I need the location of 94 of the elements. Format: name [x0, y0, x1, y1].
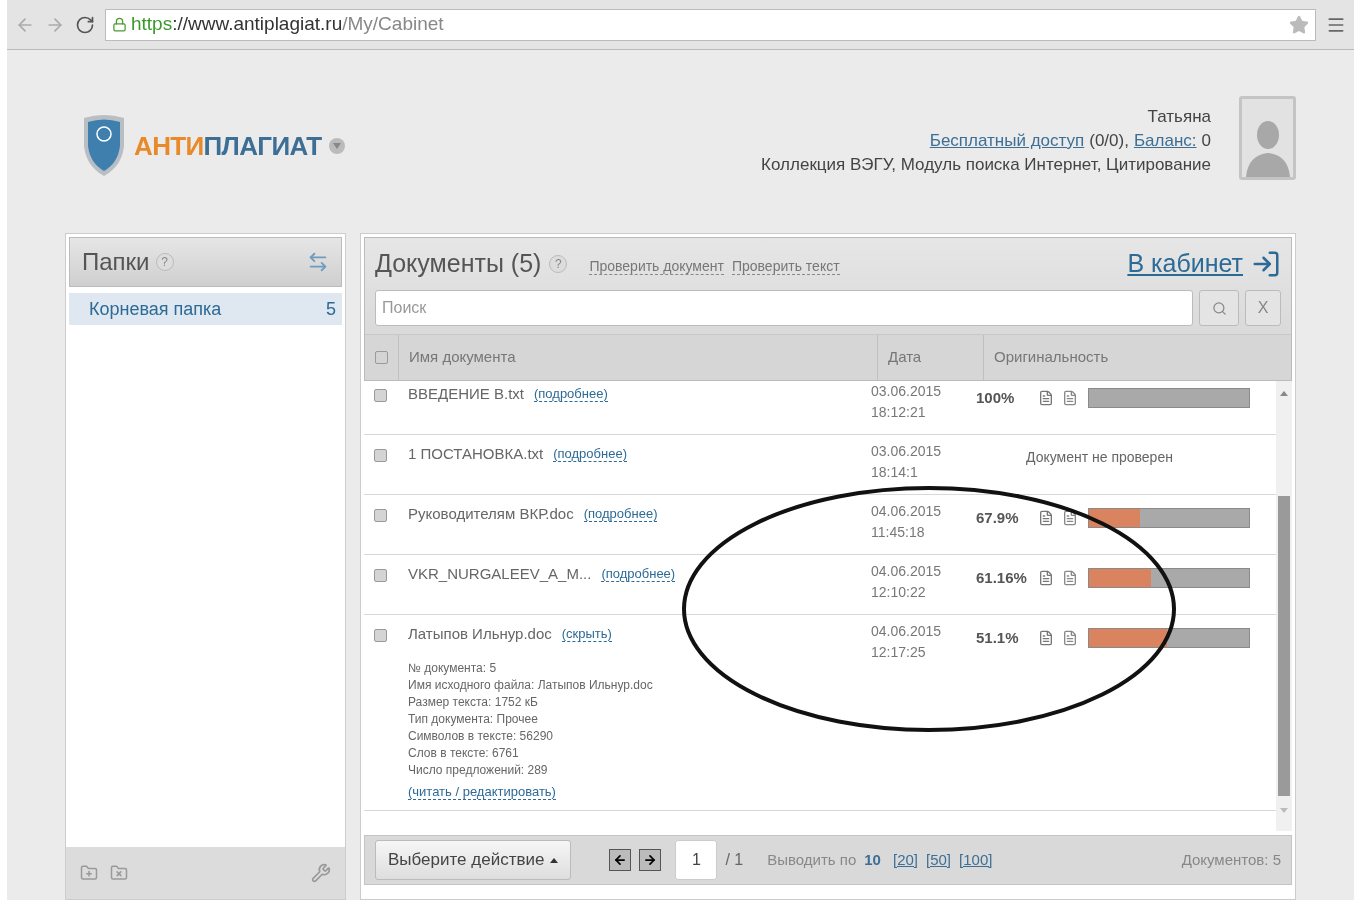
- document-name: VKR_NURGALEEV_A_M...: [408, 564, 592, 584]
- balance-link[interactable]: Баланс:: [1133, 129, 1197, 153]
- document-detail: Имя исходного файла: Латыпов Ильнур.doc: [408, 676, 654, 694]
- lock-icon: [112, 17, 127, 32]
- document-detail: Размер текста: 1752 кБ: [408, 693, 539, 711]
- details-link[interactable]: (подробнее): [583, 506, 658, 523]
- help-icon[interactable]: ?: [155, 253, 174, 271]
- report-icon[interactable]: [1038, 390, 1054, 407]
- read-edit-link[interactable]: (читать / редактировать): [408, 783, 556, 800]
- modules-text: Коллекция ВЭГУ, Модуль поиска Интернет, Цитирование: [761, 154, 1211, 176]
- per-page-option[interactable]: [50]: [926, 848, 952, 872]
- time-text: 18:12:21: [871, 403, 927, 422]
- per-page-option[interactable]: [100]: [959, 848, 993, 872]
- documents-title: Документы (5): [375, 248, 542, 280]
- checkbox[interactable]: [374, 569, 387, 582]
- folder-item[interactable]: Корневая папка 5: [69, 293, 342, 325]
- document-name: 1 ПОСТАНОВКА.txt: [408, 444, 544, 464]
- folders-title: Папки: [82, 247, 150, 277]
- search-button[interactable]: [1199, 290, 1239, 326]
- checkbox[interactable]: [374, 449, 387, 462]
- page-field[interactable]: 1: [675, 840, 718, 880]
- document-detail: Символов в тексте: 56290: [408, 727, 554, 745]
- documents-total: Документов: 5: [1181, 849, 1281, 870]
- time-text: 18:14:1: [871, 463, 919, 482]
- document-name: Латыпов Ильнур.doc: [408, 624, 552, 644]
- report-icon[interactable]: [1038, 510, 1054, 527]
- document-detail: № документа: 5: [408, 659, 498, 677]
- details-link[interactable]: (подробнее): [534, 386, 608, 403]
- time-text: 11:45:18: [871, 523, 926, 542]
- originality-value: 100%: [976, 388, 1016, 408]
- originality-value: 61.16%: [976, 568, 1028, 588]
- check-link[interactable]: Проверить текст: [731, 259, 840, 275]
- document-detail: Число предложений: 289: [408, 761, 549, 779]
- document-name: Руководителям ВКР.doc: [408, 504, 574, 524]
- shield-logo-icon: [82, 114, 126, 178]
- checkbox[interactable]: [374, 629, 387, 642]
- reload-icon[interactable]: [75, 14, 95, 35]
- left-arrow-icon: [613, 853, 628, 867]
- scrollbar[interactable]: [1276, 381, 1292, 831]
- right-arrow-icon: [643, 853, 658, 867]
- user-name: Татьяна: [1147, 106, 1211, 128]
- clear-button[interactable]: X: [1245, 290, 1281, 326]
- details-link[interactable]: (скрыть): [561, 626, 612, 643]
- free-access-count: (0/0),: [1089, 130, 1129, 152]
- total-pages: / 1: [725, 850, 744, 870]
- avatar[interactable]: [1239, 96, 1296, 180]
- column-header[interactable]: Оригинальность: [984, 346, 1109, 369]
- star-icon[interactable]: [1289, 14, 1309, 35]
- details-link[interactable]: (подробнее): [601, 566, 676, 583]
- swap-arrows-icon[interactable]: [307, 251, 329, 273]
- date-text: 04.06.2015: [871, 622, 943, 641]
- add-folder-icon[interactable]: [80, 864, 98, 882]
- document-name: ВВЕДЕНИЕ В.txt: [408, 384, 524, 404]
- report-icon[interactable]: [1038, 630, 1054, 647]
- enter-icon[interactable]: [1251, 249, 1281, 279]
- date-text: 03.06.2015: [871, 442, 943, 461]
- column-header[interactable]: Дата: [878, 335, 984, 380]
- dropdown-icon[interactable]: [329, 138, 346, 154]
- date-text: 04.06.2015: [871, 502, 943, 521]
- delete-folder-icon[interactable]: [110, 864, 128, 882]
- logo-text: АНТИПЛАГИАТ: [134, 129, 322, 163]
- next-page-button[interactable]: [639, 849, 662, 871]
- report-icon[interactable]: [1038, 570, 1054, 587]
- action-button[interactable]: Выберите действие: [375, 840, 572, 880]
- originality-value: 51.1%: [976, 628, 1020, 648]
- caret-icon: [550, 857, 559, 863]
- time-text: 12:10:22: [871, 583, 927, 602]
- search-icon: [1211, 300, 1227, 316]
- details-link[interactable]: (подробнее): [553, 446, 627, 463]
- prev-page-button[interactable]: [609, 849, 632, 871]
- column-header[interactable]: Имя документа: [399, 335, 878, 380]
- document-detail: Слов в тексте: 6761: [408, 744, 520, 762]
- wrench-icon[interactable]: [311, 863, 331, 883]
- time-text: 12:17:25: [871, 643, 927, 662]
- document-icon[interactable]: [1062, 510, 1078, 527]
- search-field[interactable]: Поиск: [375, 290, 1193, 326]
- checkbox[interactable]: [375, 351, 388, 364]
- date-text: 03.06.2015: [871, 382, 943, 401]
- document-detail: Тип документа: Прочее: [408, 710, 539, 728]
- per-page-label: Выводить по: [767, 849, 857, 870]
- per-page-option[interactable]: 10: [864, 848, 881, 872]
- help-icon[interactable]: ?: [549, 255, 568, 273]
- originality-value: 67.9%: [976, 508, 1020, 528]
- balance-value: 0: [1201, 130, 1211, 152]
- status-text: Документ не проверен: [1025, 448, 1174, 467]
- address-bar[interactable]: https://www.antiplagiat.ru/My/Cabinet: [105, 8, 1316, 41]
- cabinet-link[interactable]: В кабинет: [1127, 245, 1243, 283]
- per-page-option[interactable]: [20]: [892, 848, 918, 872]
- check-link[interactable]: Проверить документ: [589, 259, 724, 275]
- checkbox[interactable]: [374, 389, 387, 402]
- free-access-link[interactable]: Бесплатный доступ: [929, 129, 1085, 153]
- checkbox[interactable]: [374, 509, 387, 522]
- url-text: https://www.antiplagiat.ru/My/Cabinet: [131, 12, 444, 37]
- date-text: 04.06.2015: [871, 562, 943, 581]
